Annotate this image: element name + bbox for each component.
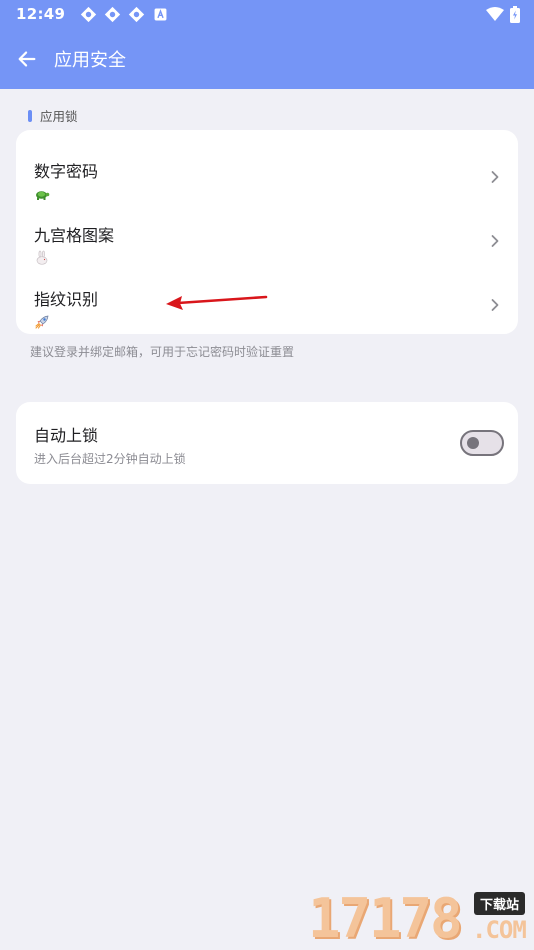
lock-item-pattern[interactable]: 九宫格图案 xyxy=(16,204,518,268)
back-button[interactable] xyxy=(0,28,54,89)
sync-icon xyxy=(127,5,145,23)
chevron-right-icon xyxy=(491,235,499,247)
site-watermark: 17178 下载站 .COM xyxy=(308,888,534,950)
status-time: 12:49 xyxy=(16,5,66,23)
watermark-suffix: .COM xyxy=(472,916,527,944)
turtle-icon xyxy=(36,191,50,200)
app-bar: 应用安全 xyxy=(0,28,534,89)
sync-icon xyxy=(79,5,97,23)
auto-lock-subtitle: 进入后台超过2分钟自动上锁 xyxy=(34,452,186,466)
lock-item-title: 数字密码 xyxy=(34,162,99,181)
page-title: 应用安全 xyxy=(54,49,126,71)
lock-item-title: 九宫格图案 xyxy=(34,226,115,245)
toggle-knob xyxy=(467,437,479,449)
annotation-arrow-icon xyxy=(166,295,268,310)
section-accent-bar xyxy=(28,109,32,122)
arrow-left-icon xyxy=(18,50,36,67)
auto-lock-title: 自动上锁 xyxy=(34,426,99,445)
email-binding-hint: 建议登录并绑定邮箱，可用于忘记密码时验证重置 xyxy=(30,345,295,359)
lock-item-numeric-password[interactable]: 数字密码 xyxy=(16,140,518,204)
watermark-digits: 17178 xyxy=(308,887,463,950)
battery-charging-icon xyxy=(510,5,520,23)
auto-lock-card[interactable]: 自动上锁 进入后台超过2分钟自动上锁 xyxy=(16,402,518,484)
section-title: 应用锁 xyxy=(40,109,78,124)
app-screen: 12:49 应用安全 应用锁 数字密码 九宫格图案 指纹识别 建议登录并绑定邮箱… xyxy=(0,0,534,950)
chevron-right-icon xyxy=(491,171,499,183)
section-header-app-lock: 应用锁 xyxy=(28,106,78,125)
wifi-icon xyxy=(486,7,504,21)
status-bar: 12:49 xyxy=(0,0,534,28)
rabbit-icon xyxy=(36,250,48,265)
text-app-icon xyxy=(151,5,169,23)
watermark-badge: 下载站 xyxy=(474,892,526,915)
rocket-icon xyxy=(35,315,49,329)
chevron-right-icon xyxy=(491,299,499,311)
auto-lock-toggle[interactable] xyxy=(460,430,504,456)
sync-icon xyxy=(103,5,121,23)
lock-item-title: 指纹识别 xyxy=(34,290,99,309)
